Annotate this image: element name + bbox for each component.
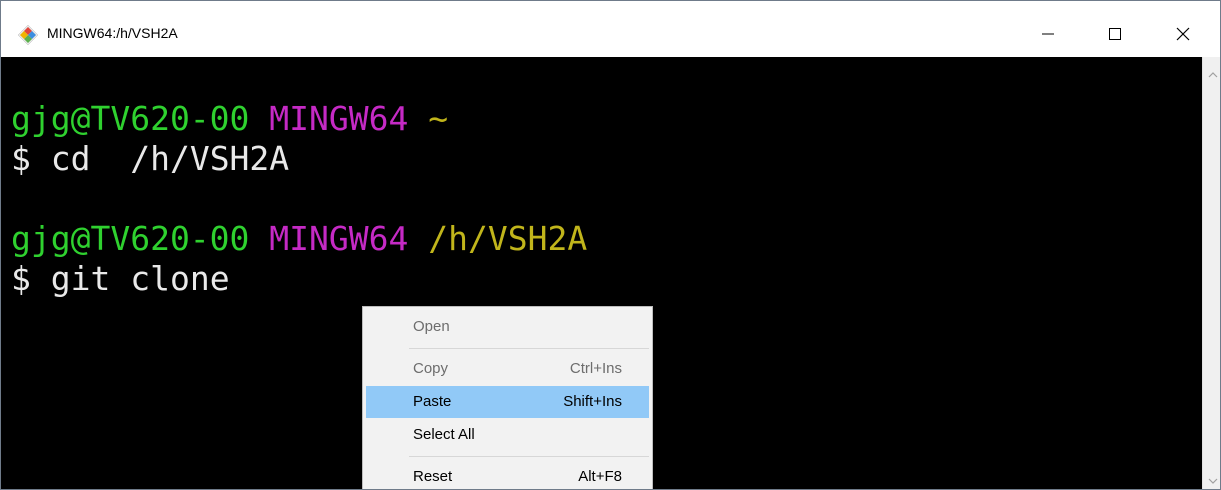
command-text: git clone (50, 259, 230, 298)
menu-item-label: Copy (413, 360, 449, 377)
menu-item-label: Select All (413, 426, 475, 443)
prompt-line: gjg@TV620-00 MINGW64 /h/VSH2A (11, 219, 587, 259)
scroll-up-arrow-icon (1208, 64, 1218, 83)
command-text: cd /h/VSH2A (50, 139, 290, 178)
menu-separator (409, 348, 649, 349)
title-bar[interactable]: MINGW64:/h/VSH2A (1, 1, 1220, 57)
menu-item-shortcut: Shift+Ins (563, 393, 622, 410)
terminal-window: MINGW64:/h/VSH2A gjg@TV620-00 MINGW64 ~ … (0, 0, 1221, 490)
minimize-icon (1041, 27, 1055, 41)
prompt-shell: MINGW64 (269, 219, 409, 258)
menu-item-label: Reset (413, 468, 453, 485)
menu-item-reset[interactable]: Reset Alt+F8 (366, 461, 649, 489)
prompt-path: /h/VSH2A (428, 219, 588, 258)
prompt-symbol: $ (11, 259, 31, 298)
menu-item-open[interactable]: Open (366, 311, 649, 343)
prompt-user: gjg@TV620-00 (11, 99, 250, 138)
command-line: $ git clone (11, 259, 230, 299)
minimize-button[interactable] (1028, 19, 1068, 49)
menu-item-shortcut: Alt+F8 (578, 468, 622, 485)
vertical-scrollbar[interactable] (1202, 57, 1220, 489)
menu-item-select-all[interactable]: Select All (366, 419, 649, 451)
prompt-user: gjg@TV620-00 (11, 219, 250, 258)
maximize-button[interactable] (1095, 19, 1135, 49)
menu-item-copy[interactable]: Copy Ctrl+Ins (366, 353, 649, 385)
command-line: $ cd /h/VSH2A (11, 139, 289, 179)
scroll-down-button[interactable] (1203, 469, 1220, 489)
context-menu: Open Copy Ctrl+Ins Paste Shift+Ins Selec… (362, 306, 653, 489)
prompt-symbol: $ (11, 139, 31, 178)
close-icon (1176, 27, 1190, 41)
git-logo-icon (17, 24, 39, 46)
menu-separator (409, 456, 649, 457)
prompt-shell: MINGW64 (269, 99, 409, 138)
menu-item-label: Paste (413, 393, 452, 410)
menu-item-shortcut: Ctrl+Ins (569, 360, 622, 377)
close-button[interactable] (1163, 19, 1203, 49)
scroll-up-button[interactable] (1203, 63, 1220, 83)
window-title: MINGW64:/h/VSH2A (47, 25, 178, 41)
prompt-line: gjg@TV620-00 MINGW64 ~ (11, 99, 448, 139)
prompt-path: ~ (428, 99, 449, 138)
menu-item-label: Open (413, 318, 450, 335)
menu-item-paste[interactable]: Paste Shift+Ins (366, 386, 649, 418)
scroll-down-arrow-icon (1208, 470, 1218, 489)
maximize-icon (1108, 27, 1122, 41)
